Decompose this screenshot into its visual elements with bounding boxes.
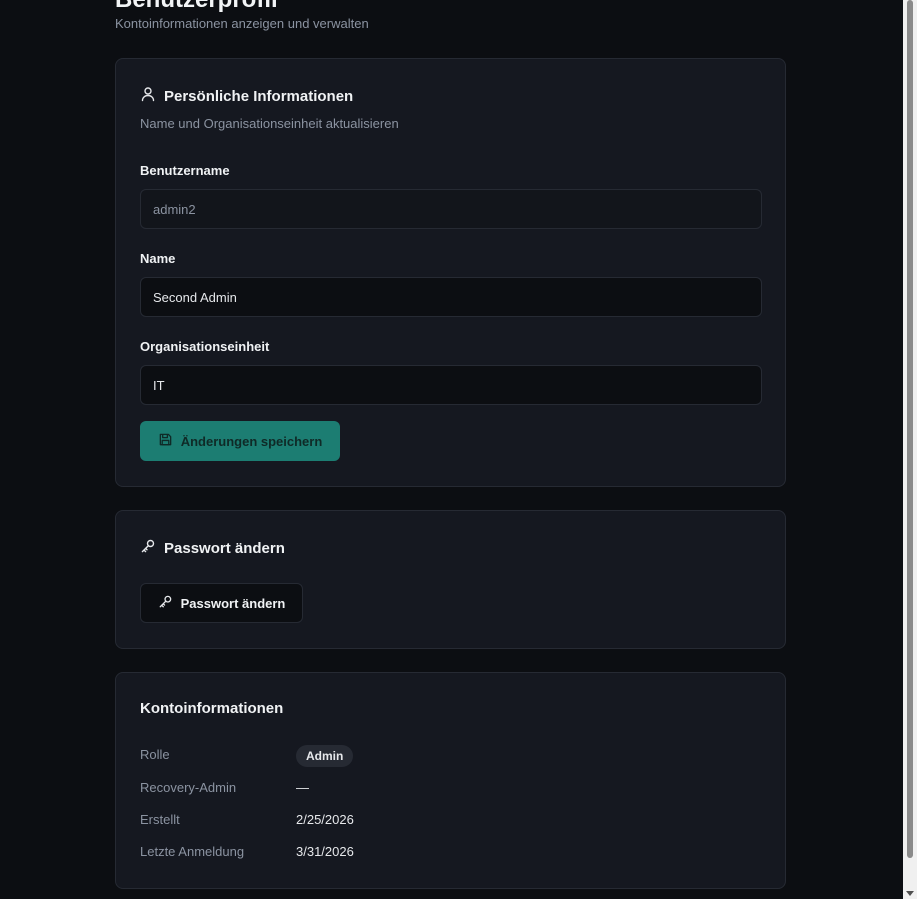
vertical-scrollbar[interactable]	[903, 0, 917, 899]
info-row-last-login: Letzte Anmeldung 3/31/2026	[140, 842, 740, 864]
last-login-value: 3/31/2026	[296, 844, 354, 859]
save-button[interactable]: Änderungen speichern	[140, 421, 340, 461]
personal-info-title: Persönliche Informationen	[140, 86, 353, 106]
role-badge: Admin	[296, 745, 354, 767]
key-icon	[140, 538, 156, 558]
key-icon	[158, 594, 173, 612]
user-icon	[140, 86, 156, 106]
password-card-title-text: Passwort ändern	[164, 539, 285, 557]
change-password-label: Passwort ändern	[180, 595, 286, 611]
account-info-card: Kontoinformationen Rolle Admin Recovery-…	[115, 672, 786, 889]
save-icon	[158, 432, 173, 450]
change-password-button[interactable]: Passwort ändern	[140, 583, 303, 623]
account-info-title: Kontoinformationen	[140, 700, 284, 717]
created-key: Erstellt	[140, 812, 180, 827]
password-card-title: Passwort ändern	[140, 538, 285, 558]
recovery-key: Recovery-Admin	[140, 780, 237, 795]
username-field	[140, 189, 762, 229]
scroll-down-arrow-icon[interactable]	[906, 891, 914, 896]
name-field[interactable]	[140, 277, 762, 317]
info-row-created: Erstellt 2/25/2026	[140, 810, 740, 832]
recovery-value: —	[296, 780, 309, 795]
name-label: Name	[140, 251, 176, 266]
personal-info-card: Persönliche Informationen Name und Organ…	[115, 58, 786, 487]
role-key: Rolle	[140, 747, 170, 762]
created-value: 2/25/2026	[296, 812, 354, 827]
save-button-label: Änderungen speichern	[180, 433, 323, 449]
page-subtitle: Kontoinformationen anzeigen und verwalte…	[115, 16, 369, 31]
page-title: Benutzerprofil	[115, 0, 278, 14]
org-unit-label: Organisationseinheit	[140, 339, 270, 354]
username-label: Benutzername	[140, 163, 230, 178]
info-row-role: Rolle Admin	[140, 745, 740, 767]
personal-info-description: Name und Organisationseinheit aktualisie…	[140, 116, 399, 131]
scrollbar-thumb[interactable]	[907, 0, 913, 858]
info-row-recovery: Recovery-Admin —	[140, 778, 740, 800]
personal-info-title-text: Persönliche Informationen	[164, 87, 354, 105]
last-login-key: Letzte Anmeldung	[140, 844, 245, 859]
org-unit-field[interactable]	[140, 365, 762, 405]
password-card: Passwort ändern Passwort ändern	[115, 510, 786, 649]
